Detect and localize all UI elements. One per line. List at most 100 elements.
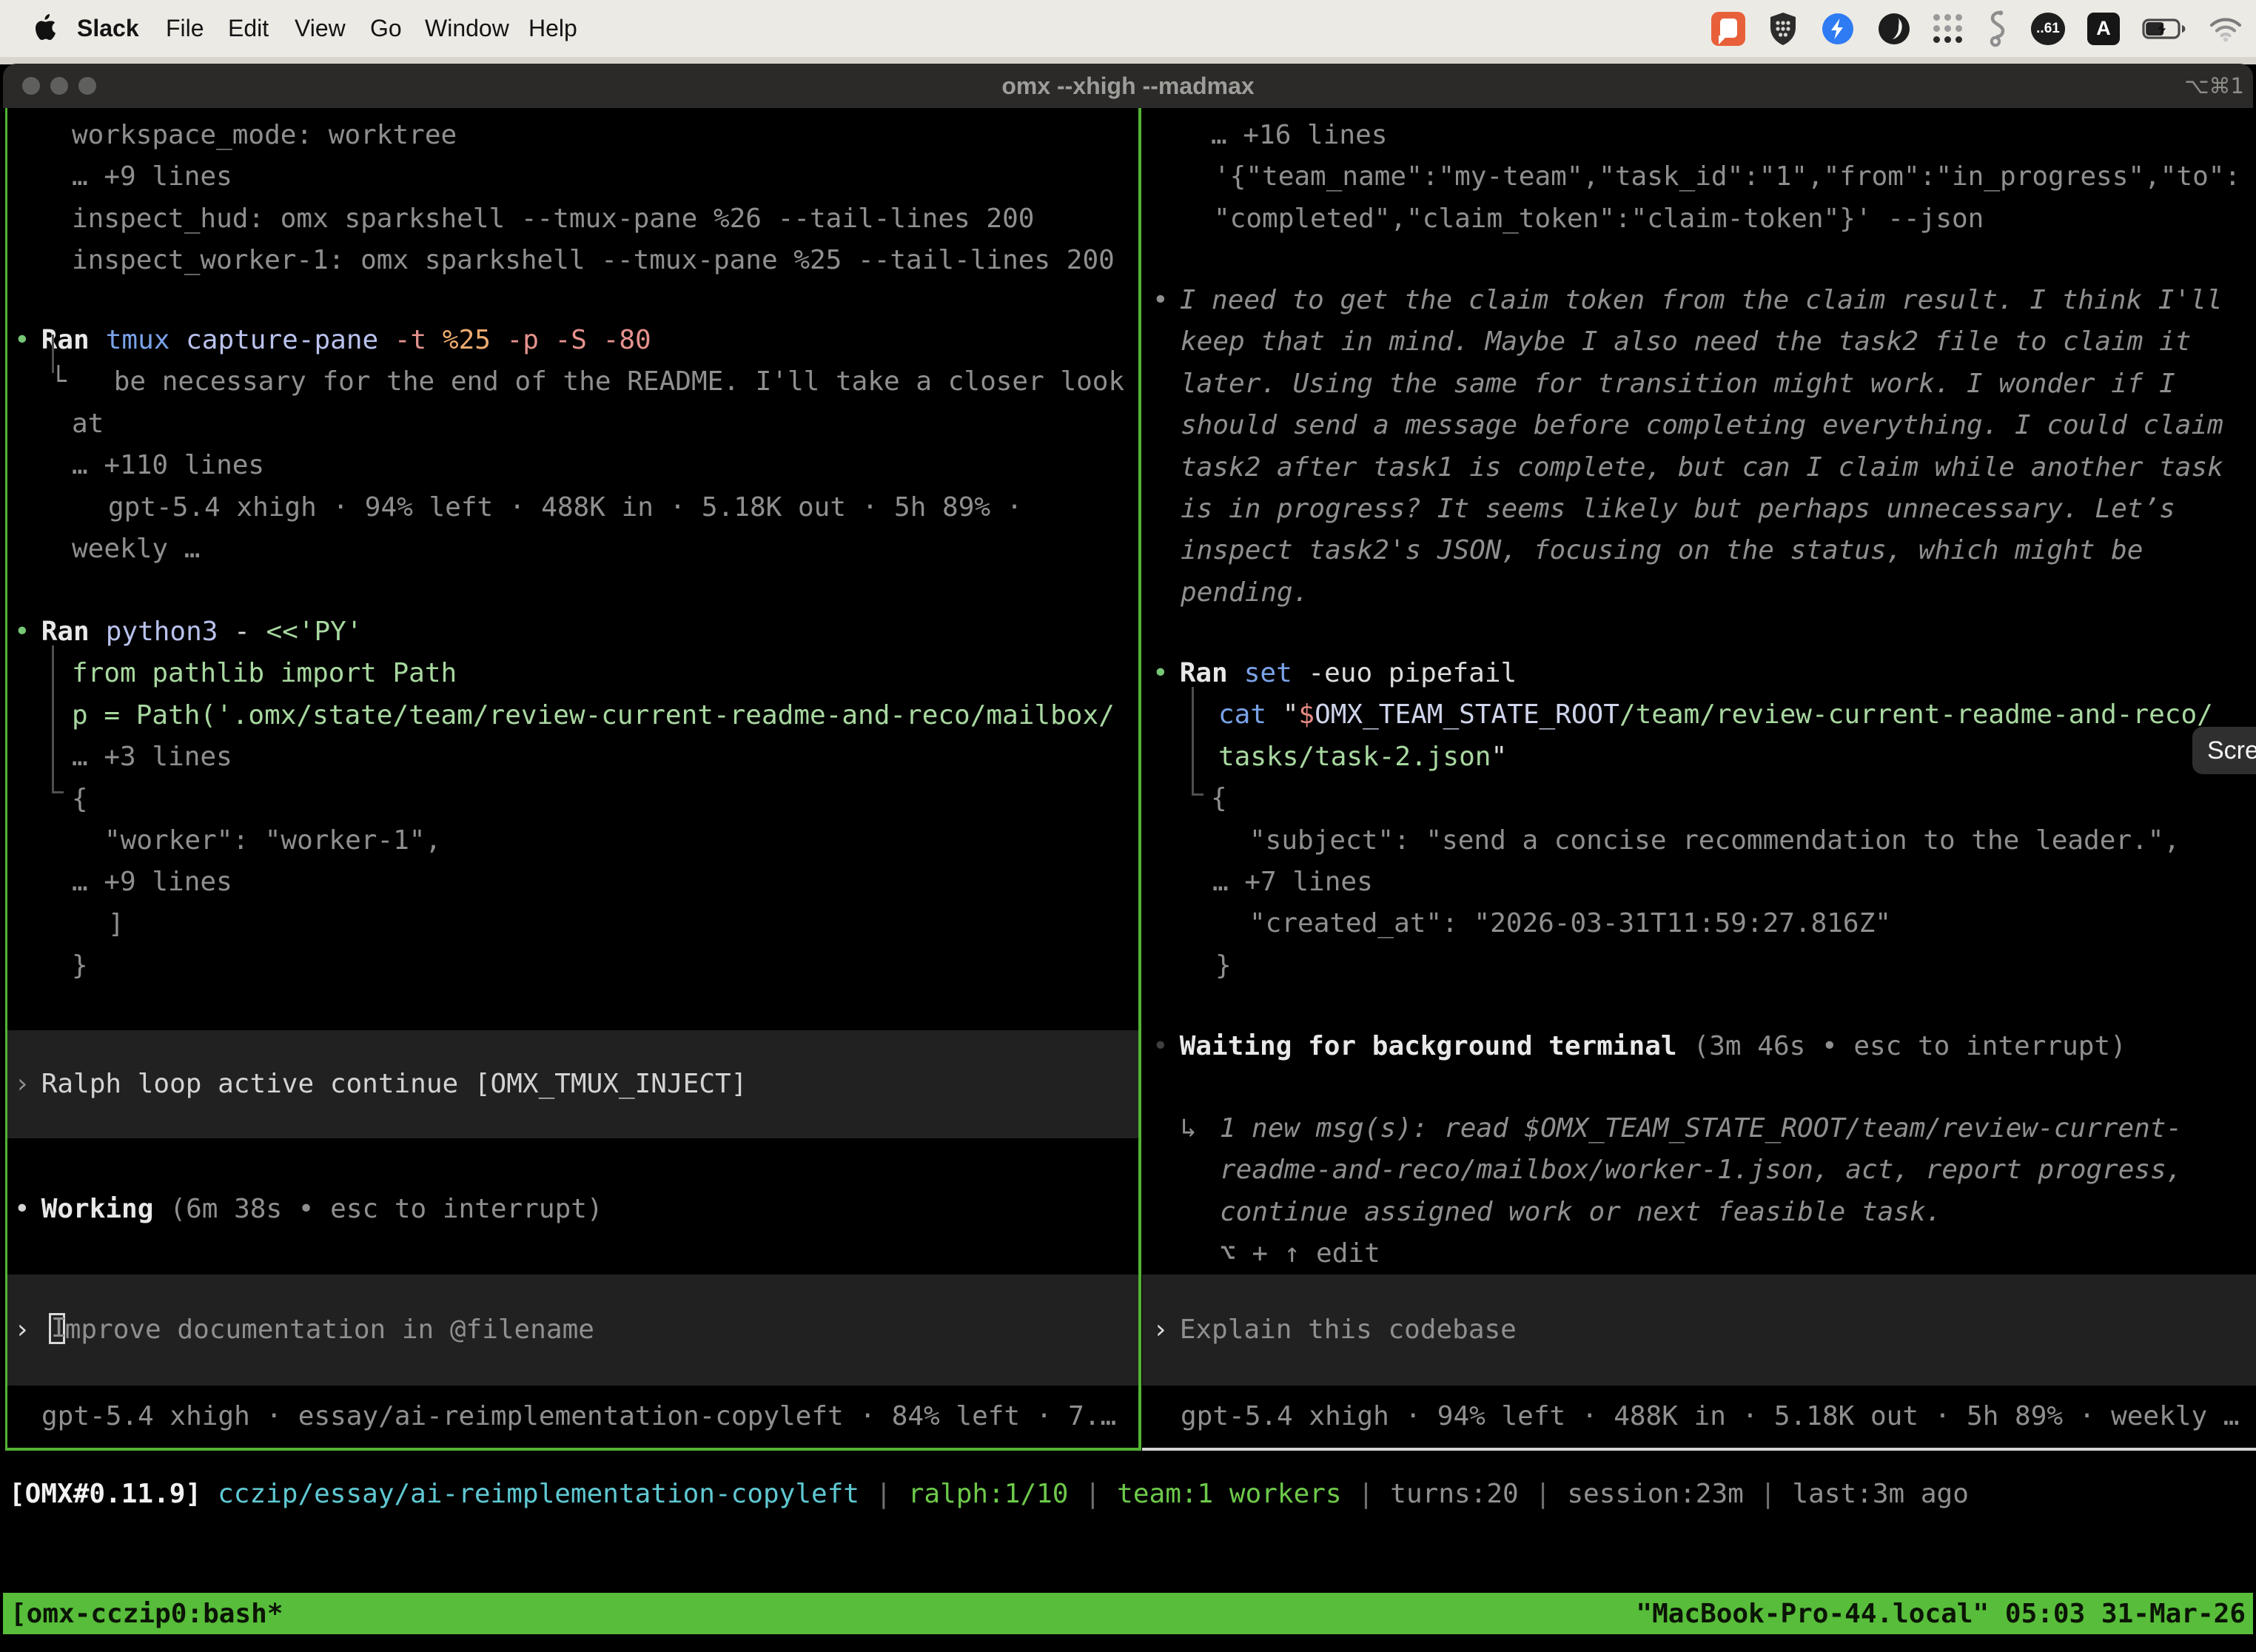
window-title: omx --xhigh --madmax xyxy=(0,64,2256,108)
menu-help[interactable]: Help xyxy=(528,0,577,57)
bullet-icon: • xyxy=(14,1194,30,1224)
command-line: cat "$OMX_TEAM_STATE_ROOT/team/review-cu… xyxy=(1142,694,2256,736)
apple-menu-icon[interactable] xyxy=(33,13,58,43)
omx-project: cczip/essay/ai-reimplementation-copyleft xyxy=(218,1479,859,1509)
tmux-session-name[interactable]: [omx-cczip0:bash* xyxy=(10,1599,283,1629)
mailbox-text: readme-and-reco/mailbox/worker-1.json, a… xyxy=(1142,1149,2256,1191)
menu-window[interactable]: Window xyxy=(425,0,509,57)
omx-ralph-count: ralph:1/10 xyxy=(908,1479,1069,1509)
working-label: Working xyxy=(41,1194,154,1224)
status-line: gpt-5.4 xhigh · 94% left · 488K in · 5.1… xyxy=(1142,1396,2256,1437)
bullet-icon: • xyxy=(1152,658,1169,688)
terminal-line: … +7 lines xyxy=(1142,862,2256,903)
right-thought-block: •I need to get the claim token from the … xyxy=(1142,280,2256,614)
thought-text: is in progress? It seems likely but perh… xyxy=(1142,488,2256,530)
command-token: -80 xyxy=(587,325,651,355)
menu-app-name[interactable]: Slack xyxy=(77,0,139,57)
mailbox-text: continue assigned work or next feasible … xyxy=(1142,1192,2256,1233)
squiggle-icon[interactable] xyxy=(1987,10,2009,48)
command-token: cat xyxy=(1218,699,1266,730)
thought-text: task2 after task1 is complete, but can I… xyxy=(1142,447,2256,488)
command-token: /team/review-current-readme-and-reco/ xyxy=(1619,699,2213,730)
terminal-line: … +9 lines xyxy=(7,156,1138,198)
prompt-placeholder: mprove documentation in @filename xyxy=(65,1314,594,1345)
terminal-line: gpt-5.4 xhigh · 94% left · 488K in · 5.1… xyxy=(7,487,1138,528)
output-text: be necessary for the end of the README. … xyxy=(114,366,1124,397)
crescent-app-icon[interactable] xyxy=(1877,12,1911,46)
bullet-icon: • xyxy=(14,325,30,355)
ran-label: Ran xyxy=(41,617,90,647)
menu-file[interactable]: File xyxy=(166,0,204,57)
chevron-icon: › xyxy=(14,1069,30,1099)
command-token: -t xyxy=(378,325,426,355)
pane-divider[interactable] xyxy=(1138,108,1141,1451)
terminal-line: … +9 lines xyxy=(7,862,1138,903)
mailbox-text: 1 new msg(s): read $OMX_TEAM_STATE_ROOT/… xyxy=(1220,1113,2182,1144)
thought-text: pending. xyxy=(1142,572,2256,614)
screen: Slack File Edit View Go Window Help xyxy=(0,0,2256,1652)
working-detail: (6m 38s • esc to interrupt) xyxy=(169,1194,602,1224)
right-model-status: gpt-5.4 xhigh · 94% left · 488K in · 5.1… xyxy=(1142,1396,2256,1437)
command-token: - xyxy=(218,617,249,647)
command-token: " xyxy=(1491,742,1507,772)
right-pane-output-top: … +16 lines '{"team_name":"my-team","tas… xyxy=(1142,115,2256,240)
left-prompt-input[interactable]: ›Improve documentation in @filename xyxy=(7,1275,1138,1386)
command-token: %25 xyxy=(426,325,491,355)
terminal-line: └be necessary for the end of the README.… xyxy=(7,361,1138,403)
screen-tooltip: Scre xyxy=(2192,727,2256,774)
dots-grid-icon[interactable] xyxy=(1933,13,1964,44)
terminal-line: } xyxy=(1142,945,2256,987)
a-app-icon[interactable]: A xyxy=(2087,13,2120,45)
tmux-status-bar: [omx-cczip0:bash* "MacBook-Pro-44.local"… xyxy=(3,1593,2253,1634)
battery-icon[interactable] xyxy=(2142,18,2186,40)
separator: | xyxy=(1535,1479,1551,1509)
command-token: tasks/task-2.json xyxy=(1218,742,1491,772)
thought-text: should send a message before completing … xyxy=(1142,405,2256,446)
left-ralph-banner: ›Ralph loop active continue [OMX_TMUX_IN… xyxy=(7,1030,1138,1138)
command-token: capture-pane xyxy=(169,325,378,355)
pane-border-left xyxy=(5,108,7,1451)
menu-edit[interactable]: Edit xyxy=(228,0,269,57)
menu-view[interactable]: View xyxy=(295,0,346,57)
chat-app-icon[interactable] xyxy=(1711,12,1745,46)
waiting-detail: (3m 46s • esc to interrupt) xyxy=(1693,1031,2126,1061)
thought-text: inspect task2's JSON, focusing on the st… xyxy=(1142,530,2256,571)
terminal-line: … +16 lines xyxy=(1142,115,2256,156)
window-shortcut-hint: ⌥⌘1 xyxy=(2184,64,2244,108)
terminal-line: "worker": "worker-1", xyxy=(7,820,1138,862)
command-token: -p xyxy=(491,325,539,355)
command-token: -euo pipefail xyxy=(1292,658,1517,688)
arrow-icon: ↳ xyxy=(1181,1113,1197,1144)
omx-turns: turns:20 xyxy=(1390,1479,1518,1509)
command-token: <<'PY' xyxy=(250,617,363,647)
shield-grid-icon[interactable] xyxy=(1767,11,1799,47)
left-working-status: • Working (6m 38s • esc to interrupt) xyxy=(7,1189,1138,1230)
command-token: -S xyxy=(539,325,587,355)
terminal-line: ] xyxy=(7,904,1138,945)
omx-status-bar: [OMX#0.11.9]cczip/essay/ai-reimplementat… xyxy=(9,1479,1969,1509)
terminal-line: '{"team_name":"my-team","task_id":"1","f… xyxy=(1142,156,2256,198)
bullet-icon: • xyxy=(14,617,30,647)
left-model-status: gpt-5.4 xhigh · essay/ai-reimplementatio… xyxy=(7,1396,1138,1437)
separator: | xyxy=(1084,1479,1101,1509)
omx-team-count: team:1 workers xyxy=(1117,1479,1341,1509)
right-waiting-status: •Waiting for background terminal(3m 46s … xyxy=(1142,1026,2256,1067)
command-token: tmux xyxy=(106,325,170,355)
command-token: python3 xyxy=(106,617,218,647)
separator: | xyxy=(1760,1479,1776,1509)
terminal-line: … +3 lines xyxy=(7,736,1138,778)
omx-session-time: session:23m xyxy=(1567,1479,1743,1509)
wifi-icon[interactable] xyxy=(2209,16,2243,42)
right-mailbox-message: ↳ 1 new msg(s): read $OMX_TEAM_STATE_ROOT… xyxy=(1142,1108,2256,1275)
omx-last-activity: last:3m ago xyxy=(1792,1479,1968,1509)
bolt-badge-icon[interactable] xyxy=(1821,12,1855,46)
terminal-line: … +110 lines xyxy=(7,445,1138,486)
count-badge-icon[interactable]: ..61 xyxy=(2031,13,2065,45)
command-token: set xyxy=(1244,658,1292,688)
right-ran-set-block: •Ranset -euo pipefail cat "$OMX_TEAM_STA… xyxy=(1142,653,2256,987)
menu-go[interactable]: Go xyxy=(370,0,402,57)
right-prompt-input[interactable]: ›Explain this codebase xyxy=(1142,1275,2256,1386)
terminal-line: workspace_mode: worktree xyxy=(7,115,1138,156)
prompt-chevron: › xyxy=(14,1314,30,1345)
thought-text: keep that in mind. Maybe I also need the… xyxy=(1142,321,2256,363)
